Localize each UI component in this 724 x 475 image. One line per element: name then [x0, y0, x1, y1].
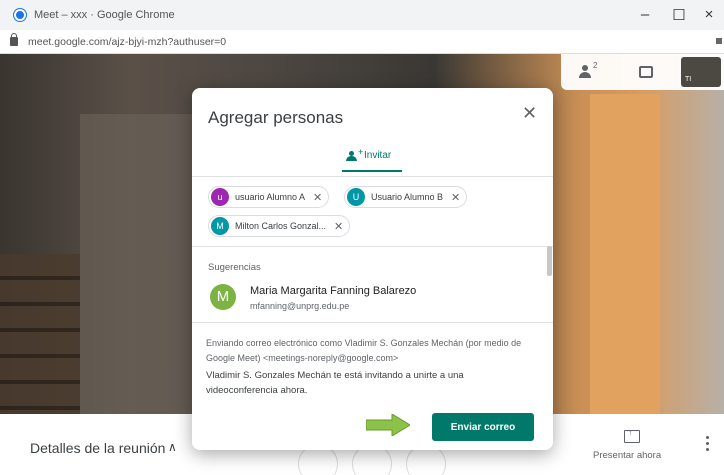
close-window-button[interactable]: ×	[694, 6, 724, 23]
recipient-chip[interactable]: M Milton Carlos Gonzal... ✕	[208, 215, 351, 237]
invite-message: Vladimir S. Gonzales Mechán te está invi…	[206, 370, 464, 396]
self-initials: TI	[685, 76, 692, 83]
chip-name: Usuario Alumno B	[371, 192, 444, 202]
tab-underline	[342, 170, 402, 172]
remove-chip-icon[interactable]: ✕	[313, 191, 322, 204]
recipient-chip[interactable]: u usuario Alumno A ✕	[208, 186, 330, 208]
chip-avatar: u	[211, 188, 229, 206]
chevron-up-icon[interactable]: ∧	[168, 440, 177, 454]
present-screen-icon[interactable]	[624, 427, 640, 443]
add-person-icon: +	[346, 147, 363, 161]
dialog-title: Agregar personas	[208, 108, 344, 127]
people-icon[interactable]: 2	[579, 61, 601, 79]
suggestion-avatar[interactable]: M	[210, 284, 236, 310]
suggestion-email[interactable]: mfanning@unprg.edu.pe	[250, 301, 349, 311]
chip-avatar: U	[347, 188, 365, 206]
chip-avatar: M	[211, 217, 229, 235]
suggestions-scrollbar[interactable]	[547, 246, 552, 276]
chip-name: usuario Alumno A	[235, 192, 306, 202]
chat-icon[interactable]	[639, 66, 653, 78]
remove-chip-icon[interactable]: ✕	[334, 220, 343, 233]
meet-logo-icon	[14, 9, 26, 21]
people-count: 2	[593, 61, 598, 70]
send-email-button[interactable]: Enviar correo	[432, 413, 534, 441]
divider	[192, 322, 553, 323]
maximize-button[interactable]: ☐	[664, 6, 694, 24]
address-bar[interactable]: meet.google.com/ajz-bjyi-mzh?authuser=0	[0, 30, 724, 54]
chip-name: Milton Carlos Gonzal...	[235, 221, 327, 231]
tab-invite-label: Invitar	[364, 150, 392, 161]
add-people-dialog: Agregar personas ✕ + Invitar u usuario A…	[192, 88, 553, 450]
lock-icon	[10, 33, 18, 46]
url-text[interactable]: meet.google.com/ajz-bjyi-mzh?authuser=0	[28, 36, 226, 48]
minimize-button[interactable]: –	[630, 6, 660, 23]
recipient-chip[interactable]: U Usuario Alumno B ✕	[344, 186, 468, 208]
close-icon[interactable]: ✕	[522, 103, 537, 124]
top-controls: 2 TI	[561, 54, 724, 90]
annotation-arrow-icon	[366, 414, 410, 436]
divider	[192, 176, 553, 177]
video-shelf	[0, 254, 80, 424]
present-now-label[interactable]: Presentar ahora	[593, 450, 661, 461]
tab-invite[interactable]: + Invitar	[342, 147, 402, 172]
sender-notice: Enviando correo electrónico como Vladimi…	[206, 338, 522, 363]
meeting-details-button[interactable]: Detalles de la reunión	[30, 440, 165, 456]
suggestions-label: Sugerencias	[208, 262, 261, 273]
self-video-thumbnail[interactable]: TI	[681, 57, 721, 87]
window-title: Meet – xxx · Google Chrome	[34, 9, 175, 21]
extension-icon[interactable]	[716, 38, 722, 44]
divider	[192, 246, 553, 247]
window-title-bar: Meet – xxx · Google Chrome – ☐ ×	[0, 0, 724, 30]
suggestion-name[interactable]: Maria Margarita Fanning Balarezo	[250, 285, 416, 297]
video-curtain	[590, 94, 660, 414]
more-options-icon[interactable]	[706, 436, 710, 452]
remove-chip-icon[interactable]: ✕	[451, 191, 460, 204]
